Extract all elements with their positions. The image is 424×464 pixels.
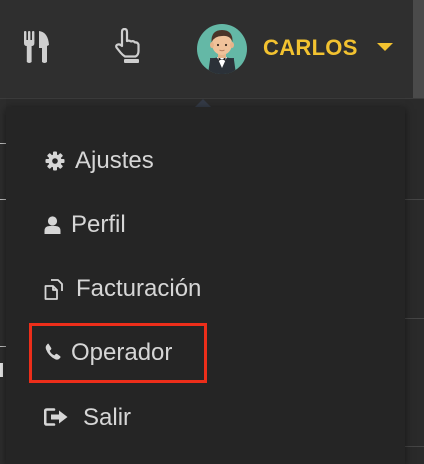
bg-divider (405, 199, 424, 200)
background-panel-right (405, 99, 424, 464)
menu-item-label: Ajustes (75, 147, 154, 174)
scrollbar-strip (413, 0, 424, 98)
menu-item-facturacion[interactable]: Facturación (6, 262, 405, 314)
top-bar-divider (0, 98, 424, 99)
menu-item-perfil[interactable]: Perfil (6, 198, 405, 250)
dropdown-pointer (195, 99, 211, 107)
menu-item-salir[interactable]: Salir (6, 391, 405, 443)
user-icon (44, 216, 61, 234)
phone-icon (45, 343, 61, 360)
menu-item-label: Salir (83, 404, 132, 431)
hand-pointer-icon[interactable] (113, 28, 143, 64)
waiter-avatar-icon (208, 30, 236, 74)
menu-item-label: Facturación (76, 275, 202, 302)
menu-item-operador[interactable]: Operador (6, 326, 405, 378)
bg-divider (405, 318, 424, 319)
caret-down-icon[interactable] (377, 43, 393, 51)
gear-icon (45, 151, 65, 171)
menu-item-label: Perfil (71, 211, 126, 238)
menu-item-label: Operador (71, 339, 173, 366)
fork-knife-icon[interactable] (24, 31, 50, 63)
avatar[interactable] (197, 24, 247, 74)
bg-divider (405, 446, 424, 447)
user-dropdown-menu: Ajustes Perfil Facturación Operador Sali… (6, 107, 405, 464)
bg-divider (0, 363, 3, 377)
sign-out-icon (44, 408, 68, 426)
invoice-icon (44, 279, 63, 300)
user-name[interactable]: CARLOS (263, 34, 358, 62)
menu-item-ajustes[interactable]: Ajustes (6, 134, 405, 186)
